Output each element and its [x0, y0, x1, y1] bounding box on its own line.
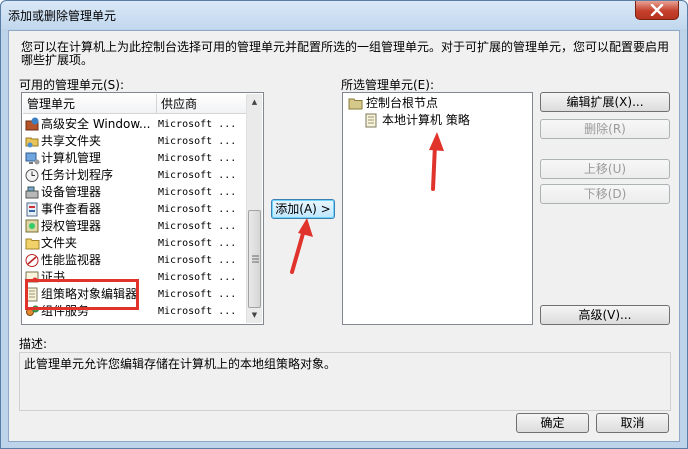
policy-icon [365, 113, 377, 128]
move-down-button[interactable]: 下移(D) [540, 184, 670, 204]
dialog-client-area: 您可以在计算机上为此控制台选择可用的管理单元并配置所选的一组管理单元。对于可扩展… [8, 30, 680, 442]
window-title: 添加或删除管理单元 [8, 9, 117, 23]
annotation-arrow-add-icon [290, 218, 313, 274]
ok-button[interactable]: 确定 [516, 413, 589, 433]
computer-management-icon [25, 152, 40, 165]
snapin-vendor: Microsoft ... [158, 306, 237, 317]
vertical-scrollbar[interactable]: ▲ ▼ [246, 94, 262, 323]
selected-snapins-tree[interactable]: 控制台根节点 本地计算机 策略 [342, 92, 533, 325]
snapin-vendor: Microsoft ... [158, 170, 237, 181]
description-text: 此管理单元允许您编辑存储在计算机上的本地组策略对象。 [24, 357, 337, 371]
annotation-arrow-policy-icon [429, 132, 444, 191]
snapin-name: 授权管理器 [41, 219, 102, 233]
firewall-icon [25, 117, 39, 131]
shared-folder-icon [25, 137, 39, 148]
selected-label: 所选管理单元(E): [341, 78, 434, 92]
snapin-name: 事件查看器 [41, 202, 102, 216]
move-up-button[interactable]: 上移(U) [540, 159, 670, 179]
snapin-name: 共享文件夹 [41, 134, 102, 148]
snapin-vendor: Microsoft ... [158, 221, 237, 232]
column-header-vendor[interactable]: 供应商 [157, 94, 247, 114]
scroll-up-arrow-icon[interactable]: ▲ [247, 94, 262, 110]
column-header-snapin[interactable]: 管理单元 [23, 94, 157, 114]
snapin-name: 计算机管理 [41, 151, 102, 165]
snapin-vendor: Microsoft ... [158, 187, 237, 198]
snapin-vendor: Microsoft ... [158, 119, 237, 130]
snapin-name: 高级安全 Window... [41, 117, 151, 131]
close-button[interactable] [635, 1, 679, 20]
list-item[interactable]: 设备管理器 Microsoft ... [23, 184, 246, 201]
list-item[interactable]: 授权管理器 Microsoft ... [23, 218, 246, 235]
snapin-name: 文件夹 [41, 236, 78, 250]
clock-icon [25, 169, 39, 182]
cancel-button[interactable]: 取消 [596, 413, 669, 433]
folder-icon [348, 98, 363, 110]
scroll-thumb[interactable] [248, 210, 261, 308]
snapin-vendor: Microsoft ... [158, 289, 237, 300]
tree-root-label: 控制台根节点 [366, 96, 439, 110]
available-label: 可用的管理单元(S): [19, 78, 125, 92]
snapin-vendor: Microsoft ... [158, 153, 237, 164]
snapin-name: 性能监视器 [41, 253, 102, 267]
remove-button[interactable]: 删除(R) [540, 119, 670, 139]
title-bar[interactable]: 添加或删除管理单元 [1, 1, 687, 29]
edit-extensions-button[interactable]: 编辑扩展(X)... [540, 92, 670, 112]
advanced-button[interactable]: 高级(V)... [540, 305, 670, 325]
authorization-icon [25, 219, 39, 233]
annotation-highlight-box [25, 279, 139, 310]
snapin-vendor: Microsoft ... [158, 272, 237, 283]
snapin-name: 设备管理器 [41, 185, 102, 199]
list-item[interactable]: 性能监视器 Microsoft ... [23, 252, 246, 269]
thumb-grip-icon [252, 255, 259, 263]
snapin-vendor: Microsoft ... [158, 255, 237, 266]
list-header: 管理单元 供应商 [23, 94, 246, 114]
snapin-vendor: Microsoft ... [158, 238, 237, 249]
description-box: 此管理单元允许您编辑存储在计算机上的本地组策略对象。 [19, 352, 671, 411]
device-manager-icon [25, 186, 39, 199]
dialog-window: 添加或删除管理单元 您可以在计算机上为此控制台选择可用的管理单元并配置所选的一组… [0, 0, 688, 449]
folder-icon [25, 238, 40, 250]
snapin-name: 任务计划程序 [41, 168, 114, 182]
snapin-vendor: Microsoft ... [158, 136, 237, 147]
scroll-down-arrow-icon[interactable]: ▼ [247, 307, 262, 323]
list-item[interactable]: 共享文件夹 Microsoft ... [23, 133, 246, 150]
intro-text: 您可以在计算机上为此控制台选择可用的管理单元并配置所选的一组管理单元。对于可扩展… [21, 40, 670, 67]
description-label: 描述: [19, 337, 48, 351]
performance-icon [25, 254, 39, 267]
list-item[interactable]: 文件夹 Microsoft ... [23, 235, 246, 252]
list-item[interactable]: 计算机管理 Microsoft ... [23, 150, 246, 167]
close-icon [650, 4, 664, 16]
list-item[interactable]: 事件查看器 Microsoft ... [23, 201, 246, 218]
list-item[interactable]: 任务计划程序 Microsoft ... [23, 167, 246, 184]
tree-child-label: 本地计算机 策略 [382, 113, 470, 127]
snapin-vendor: Microsoft ... [158, 204, 237, 215]
event-viewer-icon [26, 202, 38, 217]
list-item[interactable]: 高级安全 Window... Microsoft ... [23, 116, 246, 133]
